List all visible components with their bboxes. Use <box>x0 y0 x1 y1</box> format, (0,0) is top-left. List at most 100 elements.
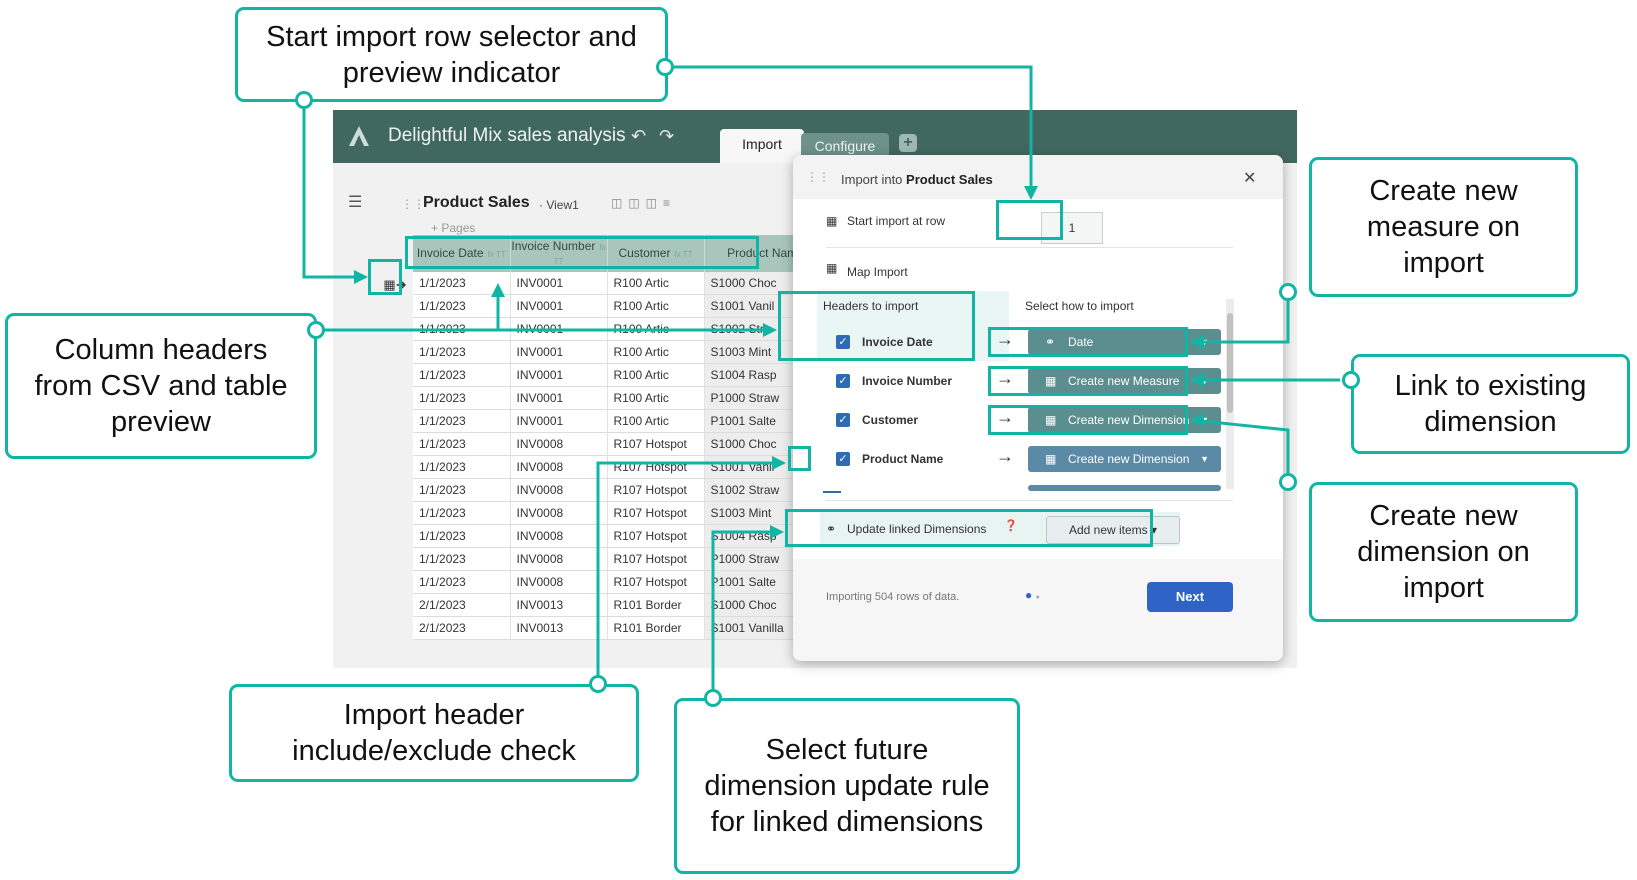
table-row[interactable]: 1/1/2023 INV0008 R107 Hotspot S1002 Straw <box>413 478 828 502</box>
highlight-headers <box>778 291 975 361</box>
table-cell[interactable]: INV0008 <box>510 478 608 502</box>
table-row[interactable]: 2/1/2023 INV0013 R101 Border S1000 Choc <box>413 593 828 617</box>
chevron-down-icon: ▼ <box>1200 376 1209 386</box>
table-cell[interactable]: 1/1/2023 <box>413 547 511 571</box>
tab-import[interactable]: Import <box>720 129 804 163</box>
table-row[interactable]: 1/1/2023 INV0001 R100 Artic S1002 Stra <box>413 317 828 341</box>
map-select-dimension[interactable]: ▦ Create new Dimension ▼ <box>1028 446 1221 472</box>
highlight-dimension <box>988 405 1188 435</box>
table-cell[interactable]: R107 Hotspot <box>607 570 705 594</box>
table-cell[interactable]: INV0001 <box>510 272 608 295</box>
table-cell[interactable]: INV0008 <box>510 547 608 571</box>
table-cell[interactable]: R100 Artic <box>607 386 705 410</box>
redo-icon[interactable]: ↷ <box>659 126 674 147</box>
table-cell[interactable]: INV0013 <box>510 593 608 617</box>
checkbox-checked-icon[interactable]: ✓ <box>836 413 850 427</box>
drag-handle-icon[interactable]: ⋮⋮ <box>401 197 425 211</box>
table-cell[interactable]: 1/1/2023 <box>413 363 511 387</box>
table-row[interactable]: 1/1/2023 INV0008 R107 Hotspot S1000 Choc <box>413 432 828 456</box>
table-cell[interactable]: 1/1/2023 <box>413 524 511 548</box>
view-name: View1 <box>546 198 579 212</box>
table-cell[interactable]: INV0013 <box>510 616 608 640</box>
table-row[interactable]: 1/1/2023 INV0001 R100 Artic P1001 Salte <box>413 409 828 433</box>
table-cell[interactable]: 1/1/2023 <box>413 432 511 456</box>
chevron-down-icon: ▼ <box>1200 454 1209 464</box>
table-cell[interactable]: R100 Artic <box>607 340 705 364</box>
mapping-row: ✓ Invoice Number → <box>826 363 1014 400</box>
table-cell[interactable]: INV0008 <box>510 570 608 594</box>
callout-create-dimension: Create new dimension on import <box>1309 482 1578 622</box>
table-cell[interactable]: 1/1/2023 <box>413 294 511 318</box>
close-icon[interactable]: ✕ <box>1243 168 1256 188</box>
table-cell[interactable]: INV0008 <box>510 524 608 548</box>
table-cell[interactable]: INV0001 <box>510 294 608 318</box>
table-row[interactable]: 1/1/2023 INV0008 R107 Hotspot P1000 Straw <box>413 547 828 571</box>
map-select-partial[interactable] <box>1028 485 1221 491</box>
sheet-view[interactable]: · View1 <box>539 198 579 212</box>
table-row[interactable]: 1/1/2023 INV0008 R107 Hotspot P1001 Salte <box>413 570 828 594</box>
checkbox-checked-icon[interactable]: ✓ <box>836 452 850 466</box>
table-cell[interactable]: R100 Artic <box>607 272 705 295</box>
table-cell[interactable]: R100 Artic <box>607 317 705 341</box>
sheet-title: Product Sales <box>423 194 530 211</box>
drag-handle-icon[interactable]: ⋮⋮ <box>806 170 830 184</box>
table-cell[interactable]: R107 Hotspot <box>607 455 705 479</box>
table-cell[interactable]: R107 Hotspot <box>607 478 705 502</box>
table-cell[interactable]: INV0001 <box>510 409 608 433</box>
callout-column-headers: Column headers from CSV and table previe… <box>5 313 317 459</box>
table-cell[interactable]: 1/1/2023 <box>413 340 511 364</box>
connector-dot <box>1279 283 1297 301</box>
undo-icon[interactable]: ↶ <box>631 126 646 147</box>
table-cell[interactable]: INV0001 <box>510 317 608 341</box>
list-icon[interactable]: ☰ <box>348 192 362 212</box>
add-pages-link[interactable]: + Pages <box>431 221 475 235</box>
table-cell[interactable]: 1/1/2023 <box>413 455 511 479</box>
table-cell[interactable]: 2/1/2023 <box>413 593 511 617</box>
table-cell[interactable]: R100 Artic <box>607 363 705 387</box>
select-how-label: Select how to import <box>1025 299 1134 313</box>
start-row-label: Start import at row <box>847 214 946 228</box>
table-cell[interactable]: INV0001 <box>510 363 608 387</box>
table-cell[interactable]: 1/1/2023 <box>413 478 511 502</box>
table-cell[interactable]: 1/1/2023 <box>413 317 511 341</box>
connector-dot <box>656 58 674 76</box>
table-row[interactable]: 1/1/2023 INV0008 R107 Hotspot S1004 Rasp <box>413 524 828 548</box>
table-cell[interactable]: R107 Hotspot <box>607 547 705 571</box>
table-cell[interactable]: 1/1/2023 <box>413 409 511 433</box>
scroll-thumb[interactable] <box>1227 313 1233 413</box>
table-row[interactable]: 1/1/2023 INV0008 R107 Hotspot S1003 Mint <box>413 501 828 525</box>
table-cell[interactable]: INV0008 <box>510 501 608 525</box>
scrollbar[interactable] <box>1226 299 1234 489</box>
table-cell[interactable]: 1/1/2023 <box>413 386 511 410</box>
table-row[interactable]: 1/1/2023 INV0001 R100 Artic P1000 Straw <box>413 386 828 410</box>
next-button[interactable]: Next <box>1147 582 1233 612</box>
table-cell[interactable]: 2/1/2023 <box>413 616 511 640</box>
table-cell[interactable]: R107 Hotspot <box>607 432 705 456</box>
plus-icon[interactable]: + <box>899 134 917 152</box>
table-cell[interactable]: R107 Hotspot <box>607 524 705 548</box>
mapping-row: ✓ Product Name → <box>826 441 1014 478</box>
highlight-row-selector <box>368 259 402 295</box>
table-cell[interactable]: R107 Hotspot <box>607 501 705 525</box>
table-cell[interactable]: R101 Border <box>607 616 705 640</box>
table-cell[interactable]: 1/1/2023 <box>413 501 511 525</box>
table-cell[interactable]: R100 Artic <box>607 294 705 318</box>
toolbar-icons[interactable]: ◫◫◫≡ <box>611 196 676 210</box>
table-row[interactable]: 2/1/2023 INV0013 R101 Border S1001 Vanilla <box>413 616 828 640</box>
connector-dot <box>295 91 313 109</box>
table-cell[interactable]: 1/1/2023 <box>413 272 511 295</box>
table-row[interactable]: 1/1/2023 INV0001 R100 Artic S1003 Mint <box>413 340 828 364</box>
table-row[interactable]: 1/1/2023 INV0008 R107 Hotspot S1001 Vanil <box>413 455 828 479</box>
preview-table: Invoice Date fx TT Invoice Number fx TT Cu… <box>413 235 828 640</box>
table-cell[interactable]: 1/1/2023 <box>413 570 511 594</box>
checkbox-checked-icon[interactable]: ✓ <box>836 374 850 388</box>
table-cell[interactable]: INV0001 <box>510 340 608 364</box>
table-row[interactable]: 1/1/2023 INV0001 R100 Artic S1001 Vanil <box>413 294 828 318</box>
table-cell[interactable]: R100 Artic <box>607 409 705 433</box>
table-cell[interactable]: R101 Border <box>607 593 705 617</box>
table-row[interactable]: 1/1/2023 INV0001 R100 Artic S1004 Rasp <box>413 363 828 387</box>
table-row[interactable]: 1/1/2023 INV0001 R100 Artic S1000 Choc <box>413 272 828 295</box>
table-cell[interactable]: INV0001 <box>510 386 608 410</box>
table-cell[interactable]: INV0008 <box>510 455 608 479</box>
table-cell[interactable]: INV0008 <box>510 432 608 456</box>
